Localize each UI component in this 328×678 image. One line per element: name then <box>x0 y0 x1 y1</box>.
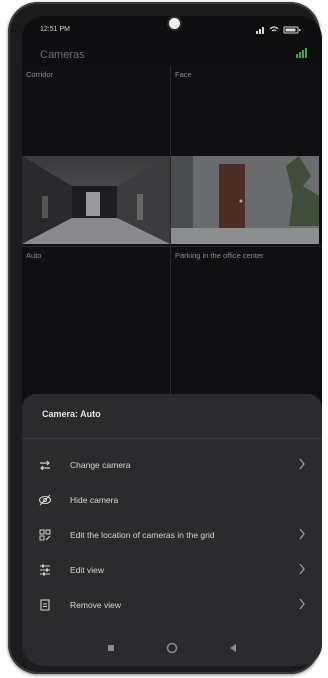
menu-item-remove-view[interactable]: Remove view <box>22 588 322 622</box>
connection-signal-icon <box>296 48 308 58</box>
grid-divider-horizontal <box>22 246 322 247</box>
back-icon[interactable] <box>226 641 240 655</box>
camera-feed-face <box>171 156 319 244</box>
camera-cell-face[interactable]: Face <box>171 66 319 246</box>
home-icon[interactable] <box>165 641 179 655</box>
eye-off-icon <box>38 494 52 506</box>
chevron-right-icon <box>299 528 305 540</box>
menu-item-label: Change camera <box>70 460 131 470</box>
menu-item-edit-view[interactable]: Edit view <box>22 553 322 587</box>
menu-item-change-camera[interactable]: Change camera <box>22 448 322 482</box>
bottom-sheet: Camera: Auto Change camera Hide camera E… <box>22 394 322 666</box>
menu-item-label: Edit the location of cameras in the grid <box>70 530 215 540</box>
menu-item-label: Hide camera <box>70 495 119 505</box>
screen: 12:51 PM Cameras Corridor Face Auto Park… <box>22 16 322 666</box>
chevron-right-icon <box>299 563 305 575</box>
phone-frame: 12:51 PM Cameras Corridor Face Auto Park… <box>8 2 322 674</box>
camera-label: Face <box>175 70 192 79</box>
recents-icon[interactable] <box>104 641 118 655</box>
camera-cell-corridor[interactable]: Corridor <box>22 66 170 246</box>
sheet-divider <box>22 438 322 439</box>
status-time: 12:51 PM <box>40 26 70 33</box>
menu-item-hide-camera[interactable]: Hide camera <box>22 483 322 517</box>
camera-label: Auto <box>26 251 42 260</box>
menu-item-edit-location[interactable]: Edit the location of cameras in the grid <box>22 518 322 552</box>
camera-label: Parking in the office center <box>175 251 264 260</box>
chevron-right-icon <box>299 458 305 470</box>
app-header: Cameras <box>22 46 322 64</box>
page-title: Cameras <box>40 49 85 61</box>
sliders-icon <box>40 564 50 576</box>
status-icons <box>254 25 306 36</box>
android-nav-bar <box>22 631 322 666</box>
menu-item-label: Edit view <box>70 565 105 575</box>
grid-edit-icon <box>39 529 51 541</box>
front-camera <box>167 16 182 31</box>
signal-wifi-battery-icon <box>256 26 301 34</box>
swap-icon <box>40 460 50 471</box>
menu-item-label: Remove view <box>70 600 122 610</box>
sheet-title: Camera: Auto <box>42 409 101 419</box>
camera-feed-corridor <box>22 156 170 244</box>
trash-icon <box>40 599 50 611</box>
chevron-right-icon <box>299 598 305 610</box>
camera-label: Corridor <box>26 70 54 79</box>
